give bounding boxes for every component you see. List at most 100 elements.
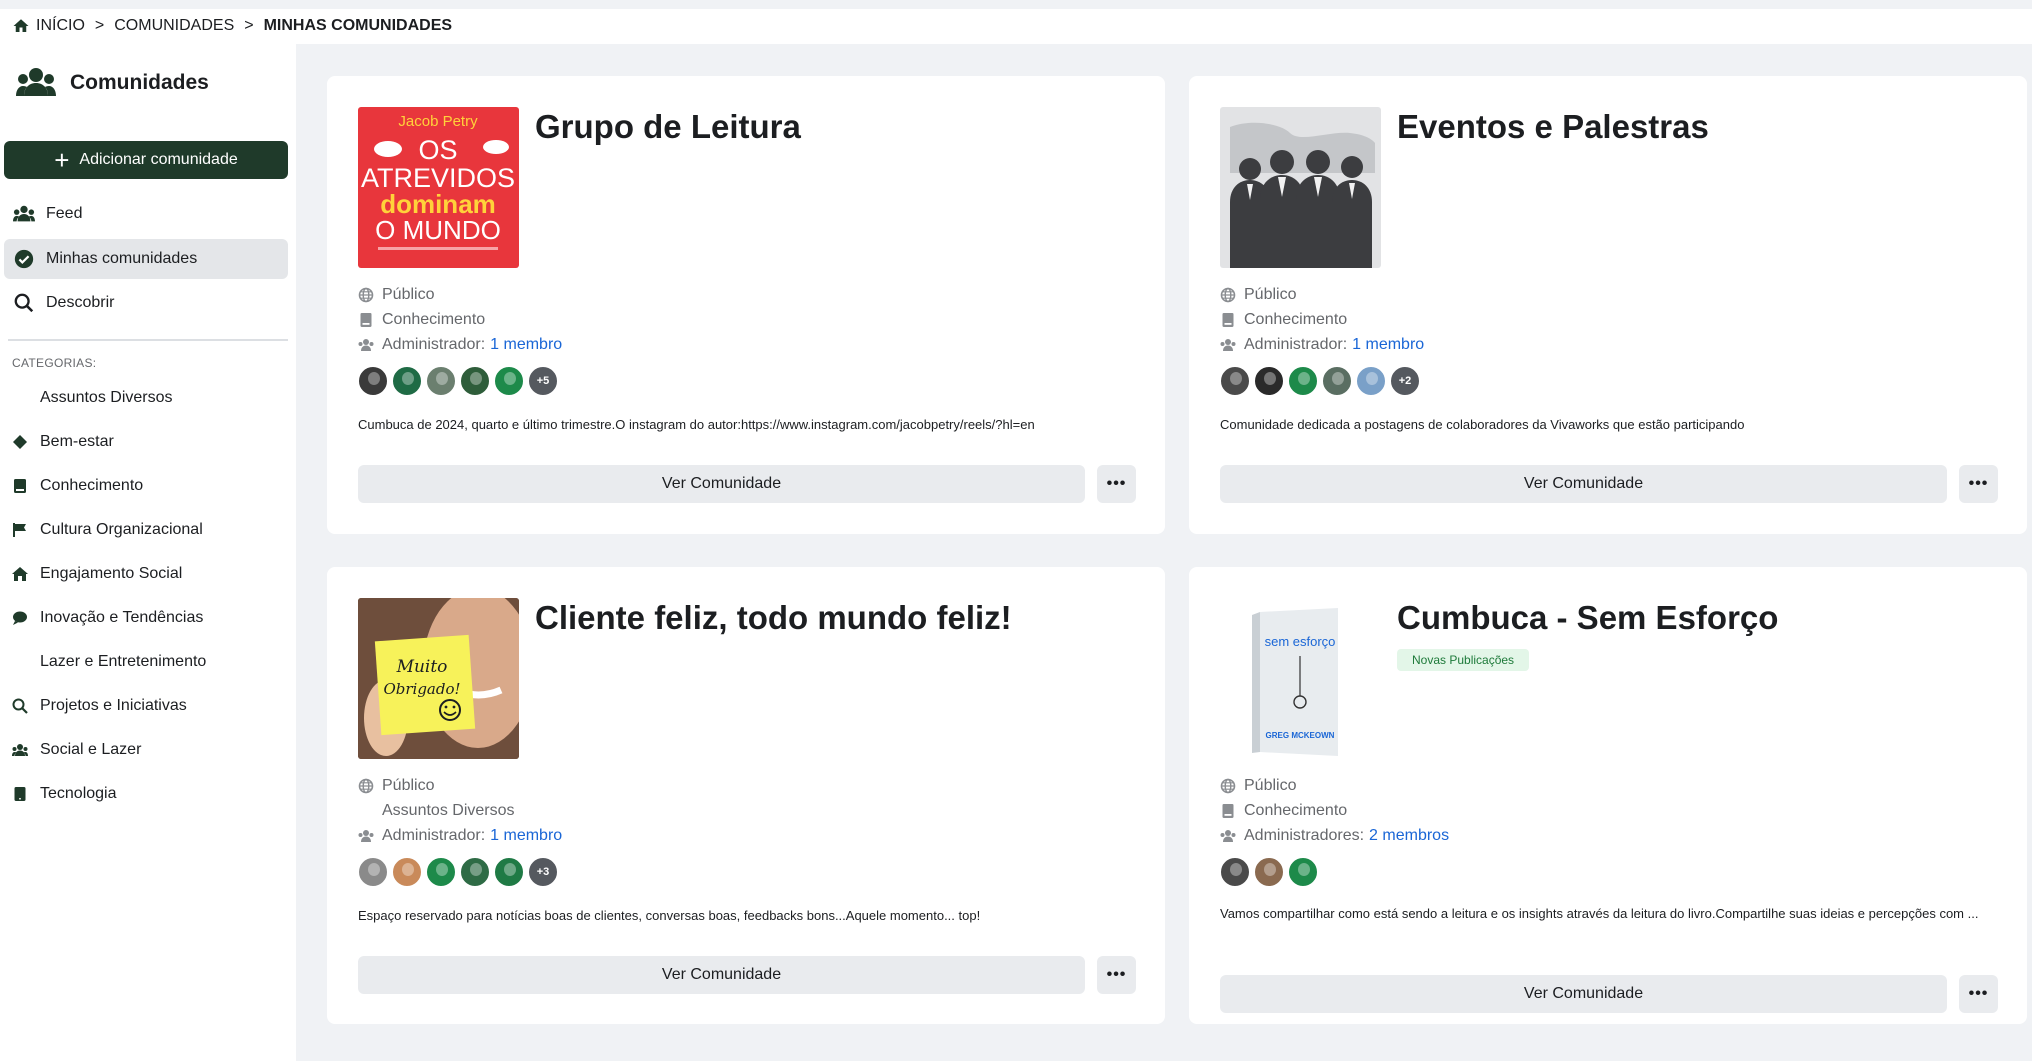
plus-icon: +	[54, 145, 70, 175]
category-item[interactable]: Tecnologia	[12, 782, 117, 806]
search-icon	[12, 698, 28, 714]
avatar[interactable]	[1220, 366, 1250, 396]
category-label: Lazer e Entretenimento	[40, 653, 207, 670]
category-label: Assuntos Diversos	[40, 389, 173, 406]
svg-text:O MUNDO: O MUNDO	[375, 215, 501, 245]
more-options-button[interactable]: •••	[1097, 956, 1136, 994]
community-admin: Administradores: 2 membros	[1220, 825, 1449, 847]
avatar[interactable]	[1356, 366, 1386, 396]
add-community-button[interactable]: + Adicionar comunidade	[4, 141, 288, 179]
category-item[interactable]: Social e Lazer	[12, 738, 141, 762]
view-community-button[interactable]: Ver Comunidade	[358, 465, 1085, 503]
category-label: Inovação e Tendências	[40, 609, 204, 626]
privacy-label: Público	[1244, 286, 1297, 303]
community-title[interactable]: Eventos e Palestras	[1397, 108, 1709, 146]
view-community-button[interactable]: Ver Comunidade	[1220, 465, 1947, 503]
avatar[interactable]	[358, 857, 388, 887]
nav-item-feed[interactable]: Feed	[4, 194, 288, 234]
admin-members-link[interactable]: 1 membro	[490, 827, 562, 845]
member-avatars[interactable]: +5	[358, 366, 562, 398]
community-title[interactable]: Cliente feliz, todo mundo feliz!	[535, 599, 1012, 637]
admin-members-link[interactable]: 2 membros	[1369, 827, 1449, 845]
avatar[interactable]	[494, 857, 524, 887]
member-avatars[interactable]: +2	[1220, 366, 1424, 398]
more-options-button[interactable]: •••	[1959, 975, 1998, 1013]
avatar[interactable]	[1254, 857, 1284, 887]
view-community-button[interactable]: Ver Comunidade	[358, 956, 1085, 994]
category-label: Conhecimento	[1244, 311, 1348, 328]
avatar[interactable]	[358, 366, 388, 396]
community-admin: Administrador: 1 membro	[1220, 334, 1424, 356]
more-members-count[interactable]: +3	[528, 857, 558, 887]
nav-item-discover[interactable]: Descobrir	[4, 283, 288, 323]
community-description: Espaço reservado para notícias boas de c…	[358, 908, 981, 923]
category-item[interactable]: Projetos e Iniciativas	[12, 694, 187, 718]
more-members-count[interactable]: +2	[1390, 366, 1420, 396]
breadcrumb-separator: >	[244, 17, 254, 34]
avatar[interactable]	[460, 857, 490, 887]
category-item[interactable]: Inovação e Tendências	[12, 606, 203, 630]
category-item[interactable]: Conhecimento	[12, 474, 143, 498]
home-icon	[12, 566, 28, 582]
avatar[interactable]	[1220, 857, 1250, 887]
avatar[interactable]	[392, 366, 422, 396]
book-icon	[358, 312, 374, 328]
community-card: Eventos e Palestras Público Conhecimento…	[1189, 76, 2027, 534]
avatar[interactable]	[460, 366, 490, 396]
flag-icon	[12, 522, 28, 538]
more-members-count[interactable]: +5	[528, 366, 558, 396]
category-item[interactable]: Bem-estar	[12, 430, 114, 454]
category-item[interactable]: Assuntos Diversos	[12, 386, 173, 410]
member-avatars[interactable]: +3	[358, 857, 562, 889]
community-privacy: Público	[358, 284, 434, 306]
globe-icon	[358, 778, 374, 794]
privacy-label: Público	[1244, 777, 1297, 794]
view-community-button[interactable]: Ver Comunidade	[1220, 975, 1947, 1013]
category-item[interactable]: Cultura Organizacional	[12, 518, 203, 542]
globe-icon	[358, 287, 374, 303]
community-thumbnail[interactable]: Muito Obrigado!	[358, 598, 519, 759]
avatar[interactable]	[1254, 366, 1284, 396]
nav-item-my-communities[interactable]: Minhas comunidades	[4, 239, 288, 279]
privacy-label: Público	[382, 777, 435, 794]
avatar[interactable]	[1288, 857, 1318, 887]
community-title[interactable]: Cumbuca - Sem Esforço	[1397, 599, 1778, 637]
community-card: Jacob Petry OS ATREVIDOS dominam O MUNDO…	[327, 76, 1165, 534]
community-description: Comunidade dedicada a postagens de colab…	[1220, 417, 1745, 432]
category-item[interactable]: Engajamento Social	[12, 562, 182, 586]
users-icon	[13, 205, 35, 222]
category-item[interactable]: Lazer e Entretenimento	[12, 650, 206, 674]
nav-item-label: Descobrir	[46, 294, 115, 311]
admin-label: Administrador:	[382, 827, 486, 844]
community-thumbnail[interactable]: Jacob Petry OS ATREVIDOS dominam O MUNDO	[358, 107, 519, 268]
admin-label: Administrador:	[1244, 336, 1348, 353]
more-options-button[interactable]: •••	[1097, 465, 1136, 503]
home-icon[interactable]	[12, 17, 30, 35]
users-icon	[12, 742, 28, 758]
admin-members-link[interactable]: 1 membro	[490, 336, 562, 354]
tablet-icon	[12, 786, 28, 802]
avatar[interactable]	[392, 857, 422, 887]
member-avatars[interactable]	[1220, 857, 1322, 889]
sidebar-header: Comunidades	[16, 66, 209, 100]
community-title[interactable]: Grupo de Leitura	[535, 108, 801, 146]
avatar[interactable]	[494, 366, 524, 396]
community-thumbnail[interactable]	[1220, 107, 1381, 268]
avatar[interactable]	[1322, 366, 1352, 396]
community-thumbnail[interactable]: sem esforço GREG MCKEOWN	[1220, 598, 1381, 759]
avatar[interactable]	[1288, 366, 1318, 396]
globe-icon	[1220, 287, 1236, 303]
category-label: Bem-estar	[40, 433, 114, 450]
breadcrumb-communities[interactable]: COMUNIDADES	[114, 17, 234, 35]
category-label: Engajamento Social	[40, 565, 183, 582]
avatar[interactable]	[426, 857, 456, 887]
admin-members-link[interactable]: 1 membro	[1352, 336, 1424, 354]
avatar[interactable]	[426, 366, 456, 396]
comment-icon	[12, 610, 28, 626]
community-admin: Administrador: 1 membro	[358, 334, 562, 356]
sidebar-divider	[8, 339, 288, 341]
category-label: Cultura Organizacional	[40, 521, 203, 538]
sidebar: Comunidades + Adicionar comunidade Feed …	[0, 44, 296, 1061]
more-options-button[interactable]: •••	[1959, 465, 1998, 503]
breadcrumb-home[interactable]: INÍCIO	[36, 17, 85, 35]
